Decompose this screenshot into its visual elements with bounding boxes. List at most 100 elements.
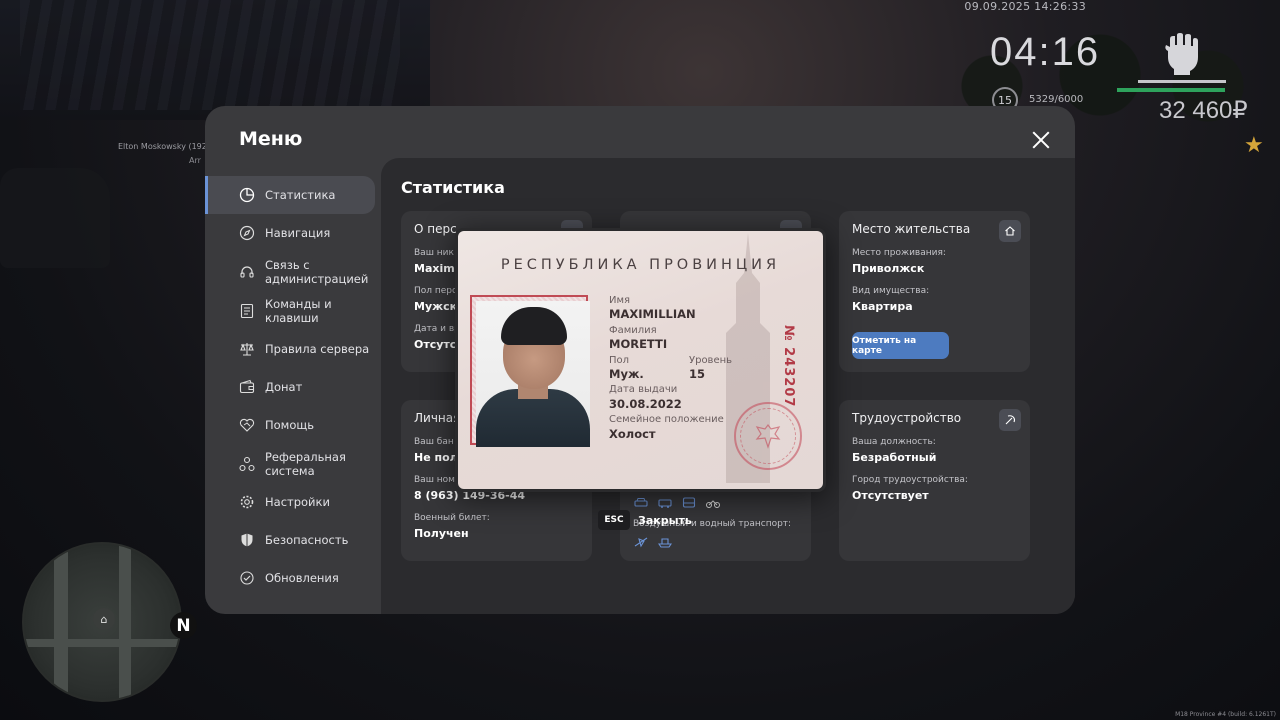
gender-value: Мужск: [414, 300, 458, 313]
moto-icon: [706, 494, 720, 508]
wallet-icon: [239, 379, 255, 395]
sidebar-item-security[interactable]: Безопасность: [205, 521, 381, 559]
air-water-icons: [634, 533, 673, 548]
plane-icon: [634, 533, 648, 548]
pp-surname-label: Фамилия: [609, 325, 657, 336]
sidebar-item-label: Донат: [265, 380, 303, 394]
boat-icon: [657, 533, 673, 548]
hud-clock: 04:16: [990, 30, 1101, 74]
sidebar-item-donate[interactable]: Донат: [205, 368, 381, 406]
gear-icon: [239, 494, 255, 510]
military-label: Военный билет:: [414, 513, 490, 523]
passport-inner: РЕСПУБЛИКА ПРОВИНЦИЯ Имя MAXIMILLIAN Фам…: [458, 231, 823, 489]
sidebar-item-label: Реферальная система: [265, 449, 346, 478]
sidebar-item-referral[interactable]: Реферальная система: [205, 444, 381, 483]
date-value: Отсутс: [414, 338, 457, 351]
pp-name-value: MAXIMILLIAN: [609, 307, 696, 321]
esc-key-hint[interactable]: ESC: [598, 510, 630, 530]
wanted-star-icon: ★: [1244, 133, 1264, 158]
sidebar-item-label: Обновления: [265, 571, 339, 585]
compass-icon: [239, 225, 255, 241]
player-nametag-sub: Arr: [189, 156, 201, 165]
minimap-road: [54, 544, 68, 700]
property-value: Квартира: [852, 300, 913, 313]
phone-label: Ваш ном: [414, 475, 455, 485]
residence-card: Место жительства Место проживания: Приво…: [839, 211, 1030, 372]
gender-label: Пол перс: [414, 286, 457, 296]
handshake-icon: [239, 417, 255, 433]
city-label: Город трудоустройства:: [852, 475, 968, 485]
card-title: О перс: [414, 222, 457, 236]
menu-title: Меню: [239, 128, 303, 150]
bank-value: Не пол: [414, 451, 458, 464]
background-building: [0, 0, 430, 120]
bank-label: Ваш бан: [414, 437, 454, 447]
pp-name-label: Имя: [609, 295, 631, 306]
car-icon: [634, 494, 648, 507]
fist-icon: [1165, 33, 1198, 75]
minimap[interactable]: ⌂: [22, 542, 182, 702]
sidebar-item-statistics[interactable]: Статистика: [205, 176, 375, 214]
eagle-seal-icon: [734, 402, 802, 470]
sidebar-item-help[interactable]: Помощь: [205, 406, 381, 444]
sidebar-item-commands[interactable]: Команды и клавиши: [205, 291, 381, 330]
nick-value: Maxim: [414, 262, 455, 275]
place-value: Приволжск: [852, 262, 925, 275]
refresh-icon: [239, 570, 255, 586]
sidebar-item-label: Навигация: [265, 226, 331, 240]
pp-gender-label: Пол: [609, 355, 630, 366]
minimap-road: [119, 544, 131, 700]
headset-icon: [239, 264, 255, 280]
pp-marital-value: Холост: [609, 427, 656, 441]
sidebar-item-label: Связь с администрацией: [265, 257, 369, 286]
truck-icon: [658, 494, 672, 508]
sidebar-item-navigation[interactable]: Навигация: [205, 214, 381, 252]
background-car: [0, 168, 110, 268]
passport-number: № 243207: [781, 325, 796, 408]
list-icon: [239, 303, 255, 319]
scales-icon: [239, 341, 255, 357]
employment-card: Трудоустройство Ваша должность: Безработ…: [839, 400, 1030, 561]
passport-photo-frame: [470, 295, 590, 447]
property-label: Вид имущества:: [852, 286, 930, 296]
sidebar-item-admin-contact[interactable]: Связь с администрацией: [205, 252, 381, 291]
network-icon: [239, 456, 255, 472]
pp-gender-value: Муж.: [609, 367, 644, 381]
pp-surname-value: MORETTI: [609, 337, 668, 351]
home-icon[interactable]: [999, 220, 1021, 242]
mark-on-map-button[interactable]: Отметить на карте: [852, 332, 949, 359]
hud-xp: 5329/6000: [1029, 94, 1084, 105]
close-icon[interactable]: [1029, 128, 1053, 152]
ground-transport-icons: [634, 494, 720, 508]
sidebar-item-rules[interactable]: Правила сервера: [205, 330, 381, 368]
bus-icon: [682, 494, 696, 508]
player-nametag: Elton Moskowsky (192: [118, 142, 207, 151]
pickaxe-icon[interactable]: [999, 409, 1021, 431]
sidebar-item-updates[interactable]: Обновления: [205, 559, 381, 597]
minimap-road: [24, 639, 180, 647]
card-title: Трудоустройство: [852, 411, 962, 425]
passport-header: РЕСПУБЛИКА ПРОВИНЦИЯ: [500, 257, 781, 273]
card-title: Личная: [414, 411, 461, 425]
content-title: Статистика: [401, 178, 505, 197]
sidebar-item-label: Правила сервера: [265, 342, 370, 356]
sidebar-item-settings[interactable]: Настройки: [205, 483, 381, 521]
close-hint-label[interactable]: Закрыть: [638, 514, 692, 527]
sidebar-item-label: Безопасность: [265, 533, 349, 547]
shield-icon: [239, 532, 255, 548]
sidebar-item-label: Настройки: [265, 495, 330, 509]
card-title: Место жительства: [852, 222, 971, 236]
hud-money: 32 460₽: [1159, 97, 1248, 124]
pp-issue-label: Дата выдачи: [609, 384, 678, 395]
date-label: Дата и вр: [414, 324, 460, 334]
hud-health-bar: [1117, 88, 1225, 92]
sidebar-item-label: Статистика: [265, 188, 336, 202]
position-value: Безработный: [852, 451, 937, 464]
pp-level-value: 15: [689, 367, 706, 381]
hud-armor-bar: [1138, 80, 1226, 83]
sidebar-item-label: Команды и клавиши: [265, 296, 332, 325]
chart-pie-icon: [239, 187, 255, 203]
pp-marital-label: Семейное положение: [609, 414, 724, 425]
city-value: Отсутствует: [852, 489, 929, 502]
pp-issue-value: 30.08.2022: [609, 397, 682, 411]
